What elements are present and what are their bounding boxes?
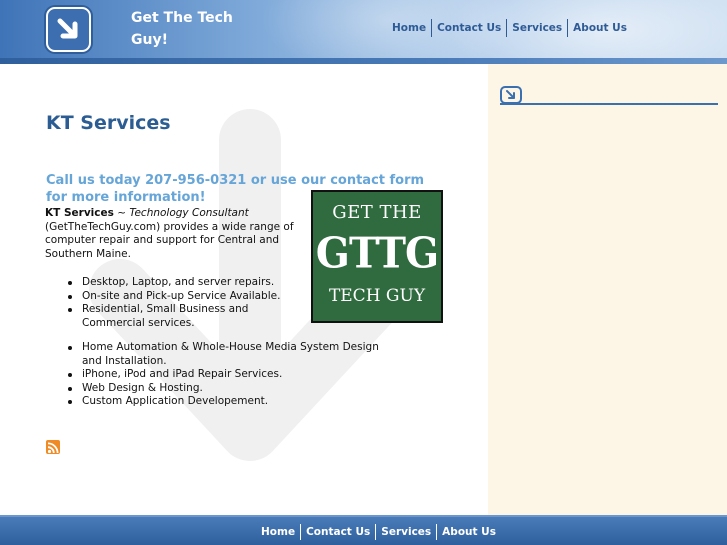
footer-about-link[interactable]: About Us xyxy=(436,524,501,540)
badge-line-2: GTTG xyxy=(315,228,439,279)
get-the-tech-guy-badge: GET THE GTTG TECH GUY xyxy=(311,190,443,323)
services-list: Home Automation & Whole-House Media Syst… xyxy=(68,341,392,409)
company-name: KT Services xyxy=(45,207,114,219)
sidebar-heading-underline xyxy=(500,103,718,105)
list-item: On-site and Pick-up Service Available. xyxy=(68,290,310,304)
footer-services-link[interactable]: Services xyxy=(375,524,436,540)
list-item: Custom Application Developement. xyxy=(68,395,392,409)
intro-separator: ~ xyxy=(113,207,130,219)
sidebar xyxy=(488,64,727,515)
footer-contact-link[interactable]: Contact Us xyxy=(300,524,375,540)
page-title: KT Services xyxy=(46,112,171,134)
site-logo-arrow-icon[interactable] xyxy=(46,7,91,52)
sidebar-arrow-icon xyxy=(500,86,522,104)
header: Get The Tech Guy! Home Contact Us Servic… xyxy=(0,0,727,58)
list-item: Desktop, Laptop, and server repairs. xyxy=(68,276,310,290)
list-item: Residential, Small Business and Commerci… xyxy=(68,303,310,330)
top-navigation: Home Contact Us Services About Us xyxy=(392,19,632,37)
nav-contact-link[interactable]: Contact Us xyxy=(431,19,506,37)
badge-line-3: TECH GUY xyxy=(328,286,426,306)
site-title[interactable]: Get The Tech Guy! xyxy=(131,7,261,51)
nav-home-link[interactable]: Home xyxy=(392,19,431,37)
nav-about-link[interactable]: About Us xyxy=(567,19,632,37)
page: Get The Tech Guy! Home Contact Us Servic… xyxy=(0,0,727,545)
list-item: Web Design & Hosting. xyxy=(68,382,392,396)
footer-home-link[interactable]: Home xyxy=(261,524,300,540)
badge-line-1: GET THE xyxy=(332,202,422,223)
footer: Home Contact Us Services About Us xyxy=(0,515,727,545)
list-item: iPhone, iPod and iPad Repair Services. xyxy=(68,368,392,382)
footer-navigation: Home Contact Us Services About Us xyxy=(261,524,501,540)
intro-paragraph: KT Services ~ Technology Consultant (Get… xyxy=(45,207,313,261)
nav-services-link[interactable]: Services xyxy=(506,19,567,37)
company-role: Technology Consultant xyxy=(129,207,249,219)
services-list: Desktop, Laptop, and server repairs. On-… xyxy=(68,276,310,330)
intro-description: (GetTheTechGuy.com) provides a wide rang… xyxy=(45,220,294,260)
list-item: Home Automation & Whole-House Media Syst… xyxy=(68,341,392,368)
rss-feed-icon[interactable] xyxy=(46,440,60,454)
